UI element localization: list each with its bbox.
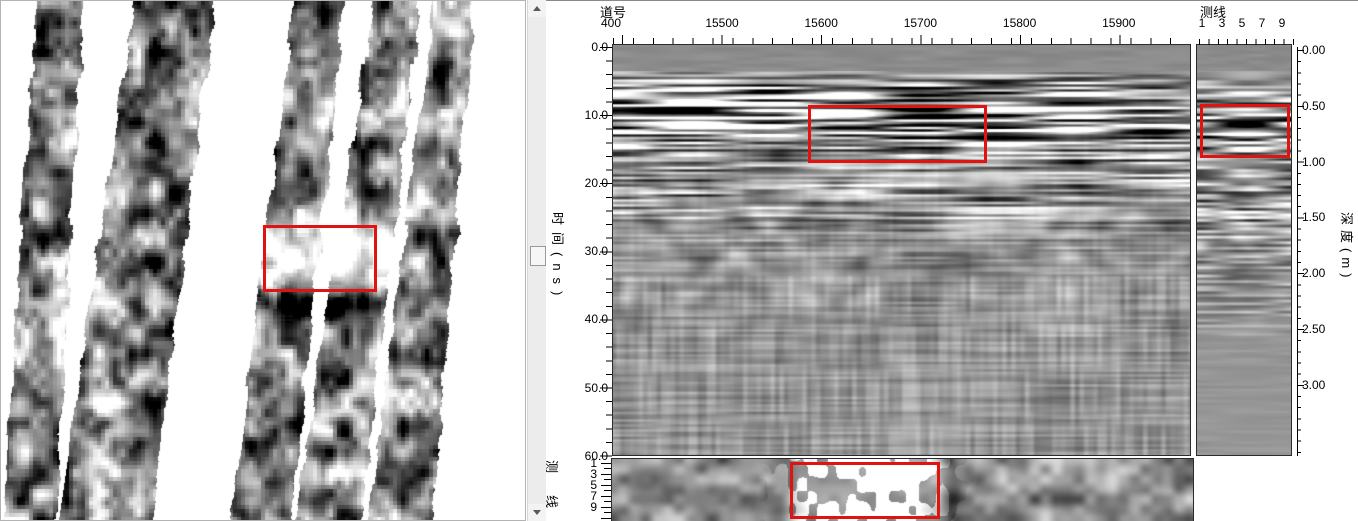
scroll-down-button[interactable] xyxy=(528,504,546,521)
plan-slice-plot xyxy=(611,458,1194,521)
main-radargram-plot xyxy=(612,44,1191,456)
scrollbar-thumb[interactable] xyxy=(530,246,546,266)
plan-view-panel xyxy=(0,0,526,521)
scroll-up-icon xyxy=(533,6,541,11)
crossline-view-plot xyxy=(1196,44,1292,456)
crossline-highlight-box xyxy=(1200,104,1290,158)
scroll-down-icon xyxy=(533,510,541,515)
plan-view-highlight-box xyxy=(263,225,377,292)
gpr-analysis-window: 道号 400 测线 时间(ns) 深度(m) 测线 15500156001570… xyxy=(0,0,1358,521)
plan-slice-highlight-box xyxy=(790,462,940,519)
main-radargram-highlight-box xyxy=(808,105,987,163)
scroll-up-button[interactable] xyxy=(528,0,546,17)
vertical-scrollbar[interactable] xyxy=(527,0,546,521)
